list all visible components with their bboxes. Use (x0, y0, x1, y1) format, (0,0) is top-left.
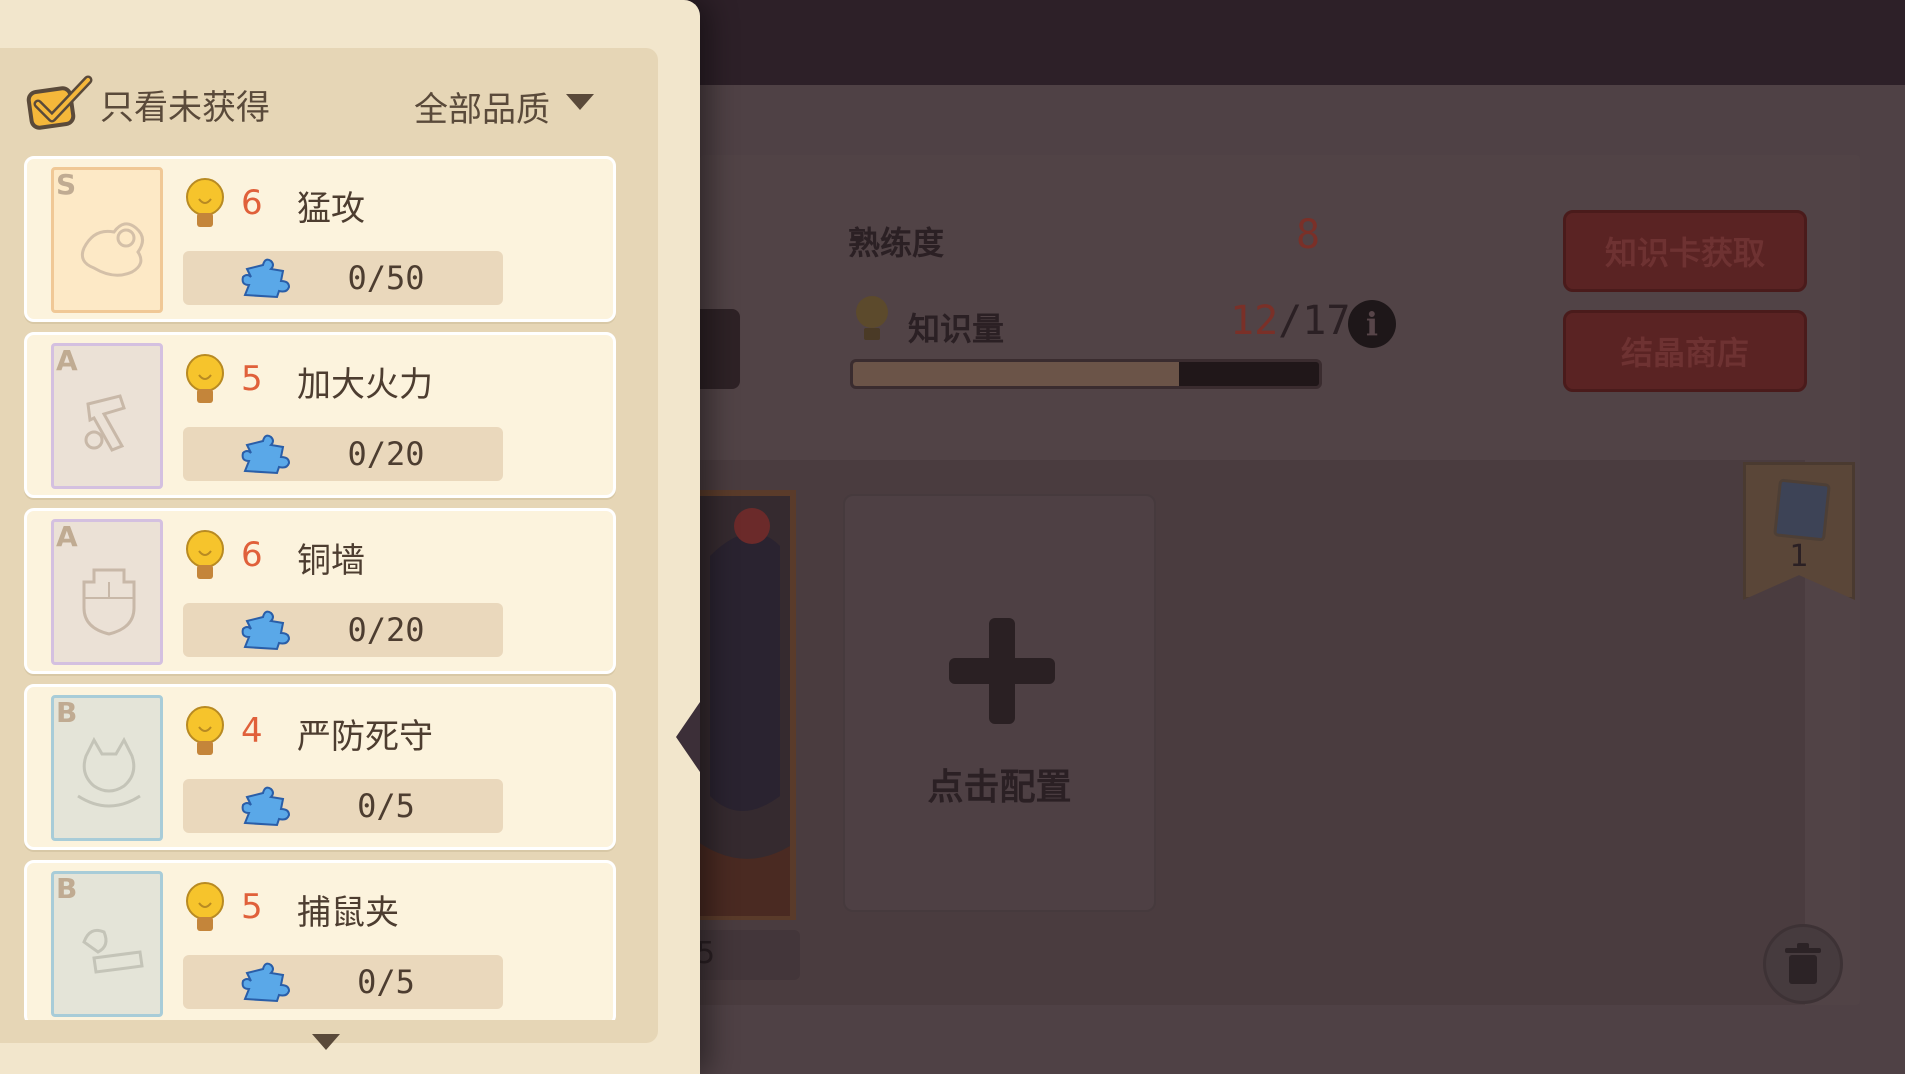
fragment-progress: 0/50 (183, 251, 503, 305)
character-card[interactable] (690, 490, 796, 920)
card-name: 铜墙 (297, 541, 365, 581)
trash-button[interactable] (1763, 924, 1843, 1004)
knowledge-progress-bar (850, 359, 1322, 389)
scroll-down-icon[interactable] (312, 1034, 340, 1050)
knowledge-bulb-icon (186, 882, 224, 931)
puzzle-fragment-icon (241, 610, 291, 651)
knowledge-progress-fill (853, 362, 1180, 386)
plus-icon-vertical (989, 618, 1015, 724)
empty-card-slot[interactable]: 点击配置 (843, 494, 1156, 912)
card-cost: 4 (241, 711, 263, 751)
trash-icon (1785, 943, 1821, 984)
deck-count: 1 (1789, 539, 1809, 574)
puzzle-fragment-icon (241, 962, 291, 1003)
puzzle-fragment-icon (241, 786, 291, 827)
checkbox-checked-icon[interactable] (24, 74, 94, 130)
knowledge-current: 12 (1230, 298, 1279, 344)
knowledge-bulb-icon (856, 296, 888, 340)
get-knowledge-cards-button[interactable]: 知识卡获取 (1563, 210, 1807, 292)
fragment-count: 0/5 (357, 787, 415, 825)
card-row[interactable]: A 6 铜墙 0/20 (24, 508, 616, 674)
fragment-count: 0/20 (347, 435, 425, 473)
puzzle-fragment-icon (241, 434, 291, 475)
character-level: 5 (690, 930, 800, 980)
proficiency-value: 8 (1296, 212, 1321, 258)
fragment-progress: 0/20 (183, 603, 503, 657)
wall-silhouette-icon (82, 568, 136, 636)
card-row[interactable]: B 5 捕鼠夹 0/5 (24, 860, 616, 1020)
only-unowned-label[interactable]: 只看未获得 (100, 80, 270, 129)
fragment-progress: 0/5 (183, 779, 503, 833)
card-list[interactable]: S 6 猛攻 0/50 A 5 加大火力 0/20 A 6 铜墙 0/20 B … (24, 156, 616, 1020)
info-icon[interactable]: i (1348, 300, 1396, 348)
cards-icon (1773, 478, 1831, 542)
card-name: 严防死守 (297, 717, 433, 757)
hammer-silhouette-icon (84, 394, 126, 452)
card-list-panel: 只看未获得 全部品质 S 6 猛攻 0/50 A 5 加大火力 0/20 A 6… (0, 0, 700, 1074)
knowledge-separator: / (1278, 298, 1303, 344)
card-cost: 5 (241, 359, 263, 399)
knowledge-bulb-icon (186, 530, 224, 579)
card-thumbnail: A (51, 519, 163, 665)
rush-silhouette-icon (80, 222, 144, 277)
fragment-progress: 0/5 (183, 955, 503, 1009)
fragment-progress: 0/20 (183, 427, 503, 481)
card-name: 捕鼠夹 (297, 893, 399, 933)
card-thumbnail: B (51, 695, 163, 841)
card-thumbnail: B (51, 871, 163, 1017)
puzzle-fragment-icon (241, 258, 291, 299)
card-row[interactable]: S 6 猛攻 0/50 (24, 156, 616, 322)
card-row[interactable]: A 5 加大火力 0/20 (24, 332, 616, 498)
card-cost: 6 (241, 535, 263, 575)
knowledge-bulb-icon (186, 178, 224, 227)
fragment-count: 0/20 (347, 611, 425, 649)
card-thumbnail: S (51, 167, 163, 313)
fragment-count: 0/5 (357, 963, 415, 1001)
knowledge-max: 17 (1302, 298, 1351, 344)
filter-row: 只看未获得 全部品质 (24, 70, 644, 136)
proficiency-label: 熟练度 (848, 224, 945, 262)
knowledge-label: 知识量 (908, 310, 1005, 348)
card-name: 猛攻 (297, 189, 365, 229)
crystal-shop-button[interactable]: 结晶商店 (1563, 310, 1807, 392)
card-cost: 6 (241, 183, 263, 223)
card-cost: 5 (241, 887, 263, 927)
knowledge-bulb-icon (186, 354, 224, 403)
cat-face-silhouette-icon (77, 736, 141, 808)
card-row[interactable]: B 4 严防死守 0/5 (24, 684, 616, 850)
quality-dropdown[interactable]: 全部品质 (414, 82, 550, 131)
card-name: 加大火力 (297, 365, 433, 405)
character-portrait (690, 508, 790, 916)
card-thumbnail: A (51, 343, 163, 489)
dropdown-arrow-icon[interactable] (566, 94, 594, 110)
click-to-configure-label: 点击配置 (927, 767, 1072, 808)
mousetrap-silhouette-icon (82, 928, 144, 974)
fragment-count: 0/50 (347, 259, 425, 297)
knowledge-bulb-icon (186, 706, 224, 755)
knowledge-value: 12/17 (1230, 298, 1350, 344)
